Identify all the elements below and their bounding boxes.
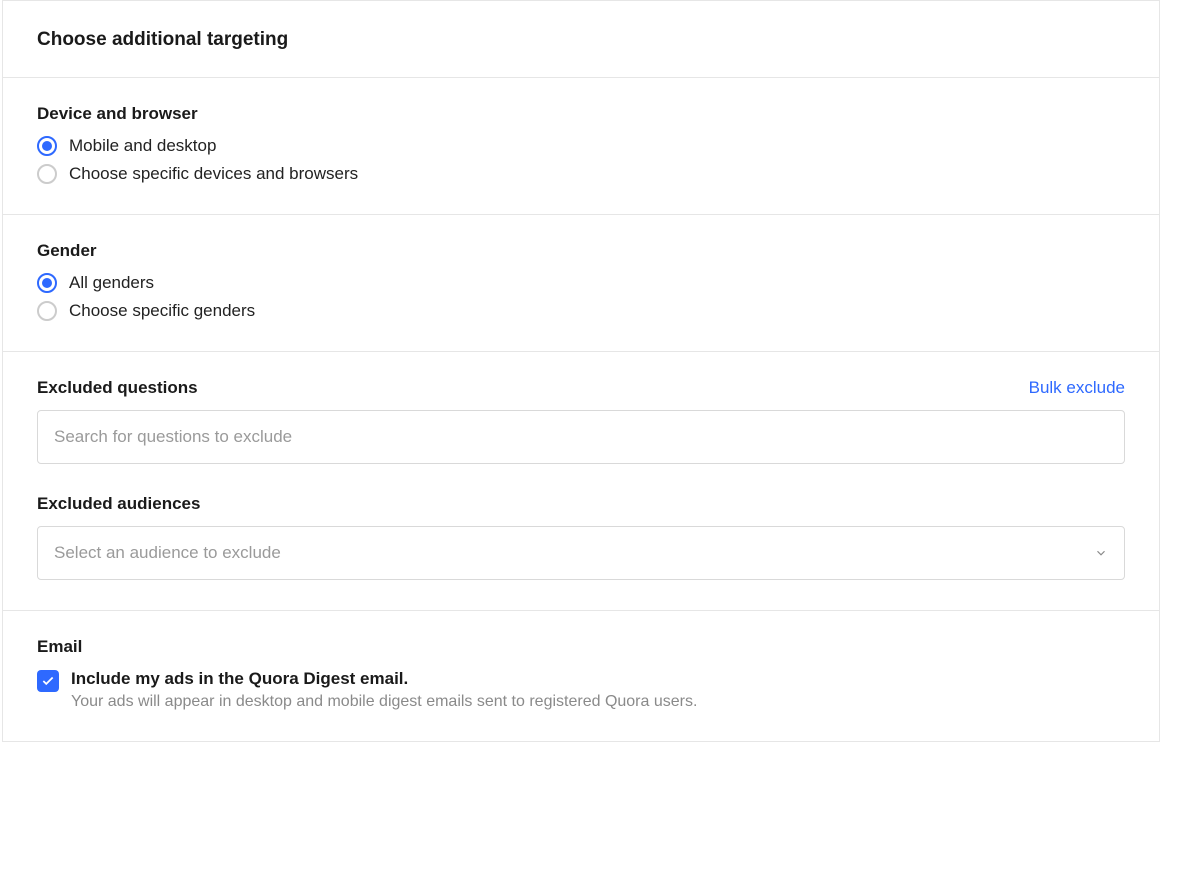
excluded-audiences-title: Excluded audiences [37, 494, 1125, 514]
excluded-questions-title: Excluded questions [37, 378, 198, 398]
checkbox-text: Include my ads in the Quora Digest email… [71, 669, 697, 711]
exclusions-section: Excluded questions Bulk exclude Excluded… [3, 352, 1159, 611]
select-placeholder: Select an audience to exclude [54, 543, 281, 563]
radio-icon [37, 273, 57, 293]
targeting-panel: Choose additional targeting Device and b… [2, 0, 1160, 742]
panel-header: Choose additional targeting [3, 1, 1159, 78]
gender-option-specific[interactable]: Choose specific genders [37, 301, 1125, 321]
device-option-mobile-desktop[interactable]: Mobile and desktop [37, 136, 1125, 156]
excluded-audiences-select[interactable]: Select an audience to exclude [37, 526, 1125, 580]
radio-icon [37, 164, 57, 184]
device-section: Device and browser Mobile and desktop Ch… [3, 78, 1159, 215]
gender-section-title: Gender [37, 241, 1125, 261]
email-digest-checkbox-row[interactable]: Include my ads in the Quora Digest email… [37, 669, 1125, 711]
gender-radio-group: All genders Choose specific genders [37, 273, 1125, 321]
chevron-down-icon [1094, 546, 1108, 560]
radio-label: Choose specific genders [69, 301, 255, 321]
email-section-title: Email [37, 637, 1125, 657]
radio-icon [37, 301, 57, 321]
radio-label: Choose specific devices and browsers [69, 164, 358, 184]
device-option-specific[interactable]: Choose specific devices and browsers [37, 164, 1125, 184]
radio-label: Mobile and desktop [69, 136, 216, 156]
gender-option-all[interactable]: All genders [37, 273, 1125, 293]
checkbox-description: Your ads will appear in desktop and mobi… [71, 693, 697, 711]
gender-section: Gender All genders Choose specific gende… [3, 215, 1159, 352]
email-section: Email Include my ads in the Quora Digest… [3, 611, 1159, 741]
excluded-questions-input[interactable] [37, 410, 1125, 464]
device-radio-group: Mobile and desktop Choose specific devic… [37, 136, 1125, 184]
radio-icon [37, 136, 57, 156]
bulk-exclude-link[interactable]: Bulk exclude [1029, 378, 1125, 398]
panel-title: Choose additional targeting [37, 29, 1125, 51]
checkbox-icon [37, 670, 59, 692]
device-section-title: Device and browser [37, 104, 1125, 124]
excluded-questions-header: Excluded questions Bulk exclude [37, 378, 1125, 398]
checkbox-label: Include my ads in the Quora Digest email… [71, 669, 697, 689]
radio-label: All genders [69, 273, 154, 293]
